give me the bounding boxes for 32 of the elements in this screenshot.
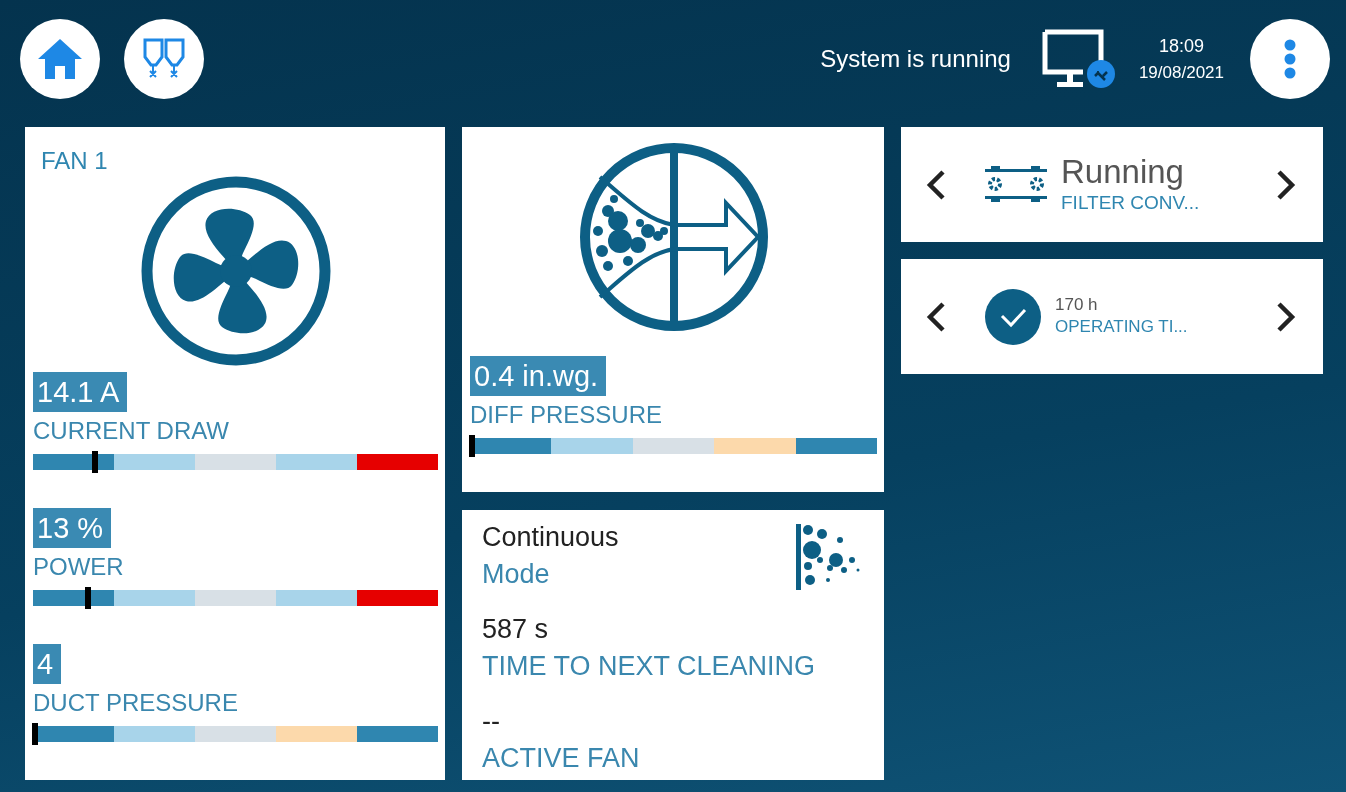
check-icon: [985, 288, 1041, 345]
reading-value: 4: [33, 644, 62, 684]
particles-icon: [796, 524, 860, 590]
card-title: FAN 1: [41, 147, 108, 175]
cleaning-label: TIME TO NEXT CLEANING: [482, 651, 817, 682]
status-label: OPERATING TI...: [1055, 316, 1188, 337]
filter-pressure-icon: [577, 141, 770, 333]
status-text: System is running: [820, 45, 1011, 73]
chevron-right-icon: [1276, 300, 1296, 333]
chevron-left-icon: [926, 168, 946, 201]
status-value: 170 h: [1055, 296, 1099, 314]
cleaning-label: Mode: [482, 559, 551, 590]
reading-value: 13 %: [33, 508, 112, 548]
cleaning-value: --: [482, 706, 501, 737]
cleaning-value: 587 s: [482, 614, 550, 645]
reading-label: DIFF PRESSURE: [470, 401, 663, 429]
clock-date: 19/08/2021: [1138, 62, 1224, 83]
home-icon: [36, 37, 84, 81]
chevron-right-icon: [1276, 168, 1296, 201]
cleaning-label: ACTIVE FAN: [482, 743, 641, 774]
chevron-left-icon: [926, 300, 946, 333]
reading-label: POWER: [33, 553, 124, 581]
reading-label: DUCT PRESSURE: [33, 689, 238, 717]
clock-time: 18:09: [1158, 35, 1204, 57]
fan-icon: [139, 175, 332, 367]
cleaning-value: Continuous: [482, 522, 620, 553]
status-value: Running: [1061, 154, 1185, 190]
status-label: FILTER CONV...: [1061, 192, 1200, 215]
reading-value: 0.4 in.wg.: [470, 356, 607, 396]
reading-value: 14.1 A: [33, 372, 128, 412]
reading-label: CURRENT DRAW: [33, 417, 229, 445]
kebab-menu-icon: [1284, 39, 1296, 79]
